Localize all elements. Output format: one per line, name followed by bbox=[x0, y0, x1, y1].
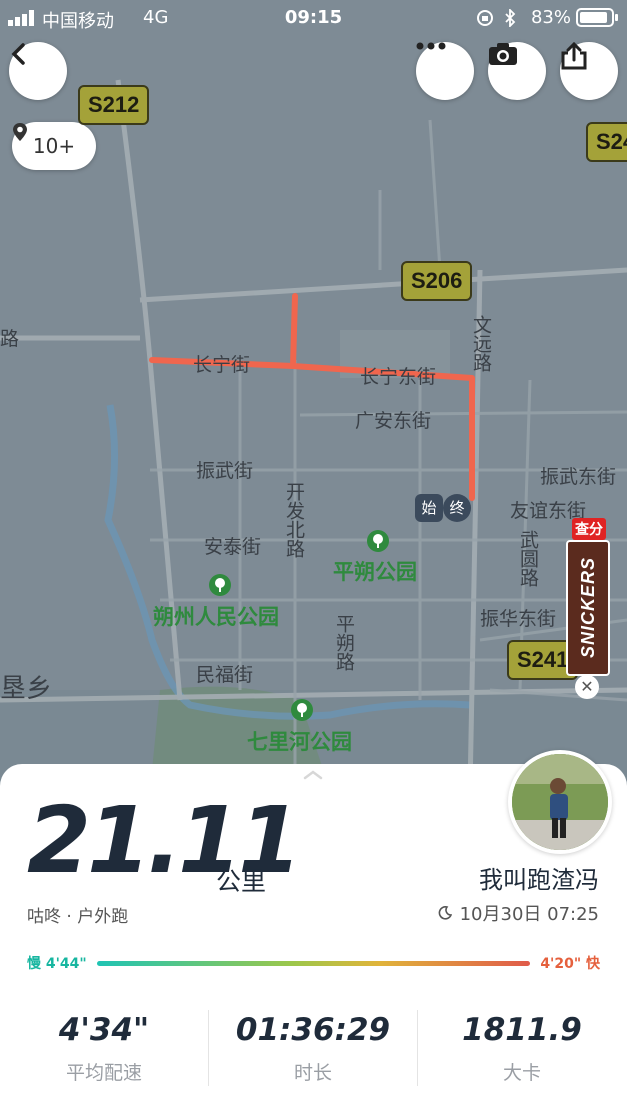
stat-avg-pace: 4'34" 平均配速 bbox=[0, 1012, 208, 1085]
more-icon bbox=[416, 42, 446, 50]
chevron-left-icon bbox=[11, 43, 25, 65]
end-marker: 终 bbox=[443, 494, 471, 522]
stat-value: 4'34" bbox=[58, 1012, 150, 1048]
ad-close-button[interactable]: ✕ bbox=[575, 675, 599, 699]
stat-calories: 1811.9 大卡 bbox=[418, 1012, 626, 1085]
photo-count: 10+ bbox=[32, 134, 76, 158]
stat-label: 平均配速 bbox=[65, 1062, 142, 1084]
area-label: 垦乡 bbox=[0, 674, 53, 704]
street-label: 开发北路 bbox=[283, 482, 305, 558]
stat-value: 1811.9 bbox=[462, 1012, 582, 1048]
share-icon bbox=[561, 42, 587, 70]
park-icon bbox=[209, 574, 231, 596]
username[interactable]: 我叫跑渣冯 bbox=[479, 860, 599, 895]
street-label: 平朔路 bbox=[333, 614, 355, 671]
park-label: 七里河公园 bbox=[247, 730, 352, 754]
route-map[interactable]: 中国移动 4G 09:15 83% 10+ S212 S206 S241 S2 … bbox=[0, 0, 627, 790]
rotation-lock-icon bbox=[477, 10, 493, 26]
ad-banner[interactable]: SNICKERS bbox=[566, 540, 610, 676]
activity-type: 咕咚 · 户外跑 bbox=[27, 907, 129, 927]
street-label: 广安东街 bbox=[355, 410, 432, 432]
stat-label: 时长 bbox=[293, 1062, 332, 1084]
street-label: 长宁街 bbox=[193, 354, 251, 376]
battery-icon bbox=[576, 8, 618, 27]
pace-gradient bbox=[97, 961, 530, 966]
street-label: 振武街 bbox=[196, 460, 254, 482]
location-pin-icon bbox=[13, 123, 27, 141]
start-marker: 始 bbox=[415, 494, 443, 522]
photo-count-button[interactable]: 10+ bbox=[12, 122, 96, 170]
road-sign: S212 bbox=[78, 85, 150, 125]
pace-slow-label: 慢 4'44" bbox=[27, 956, 87, 972]
ad-brand: SNICKERS bbox=[577, 557, 598, 659]
distance-unit: 公里 bbox=[216, 867, 267, 896]
datetime-text: 10月30日 07:25 bbox=[459, 904, 599, 925]
pace-fast-label: 4'20" 快 bbox=[540, 956, 600, 972]
street-label: 振华东街 bbox=[480, 608, 557, 630]
road-sign: S24 bbox=[586, 122, 627, 162]
share-button[interactable] bbox=[560, 42, 618, 100]
street-label: 民福街 bbox=[196, 664, 254, 686]
back-button[interactable] bbox=[9, 42, 67, 100]
street-label: 长宁东街 bbox=[360, 366, 437, 388]
avatar[interactable] bbox=[508, 750, 612, 854]
avatar-photo bbox=[512, 754, 608, 850]
street-label: 武圆路 bbox=[517, 530, 539, 587]
run-datetime: 10月30日 07:25 bbox=[438, 900, 599, 926]
close-icon: ✕ bbox=[580, 677, 594, 696]
park-label: 朔州人民公园 bbox=[153, 605, 279, 629]
more-button[interactable] bbox=[416, 42, 474, 100]
park-icon bbox=[291, 699, 313, 721]
bluetooth-icon bbox=[505, 9, 516, 27]
stat-duration: 01:36:29 时长 bbox=[209, 1012, 417, 1085]
moon-icon bbox=[438, 906, 452, 920]
stat-label: 大卡 bbox=[502, 1062, 541, 1084]
street-label: 文远路 bbox=[470, 315, 492, 372]
status-bar: 中国移动 4G 09:15 83% bbox=[0, 0, 627, 36]
park-icon bbox=[367, 530, 389, 552]
battery-percent: 83% bbox=[530, 7, 571, 28]
street-label: 安泰街 bbox=[204, 536, 262, 558]
stat-value: 01:36:29 bbox=[235, 1012, 391, 1048]
camera-button[interactable] bbox=[488, 42, 546, 100]
road-sign: S206 bbox=[401, 261, 473, 301]
chevron-up-icon[interactable] bbox=[303, 770, 323, 780]
pace-gradient-bar: 慢 4'44" 4'20" 快 bbox=[27, 953, 600, 975]
ad-badge: 查分 bbox=[572, 518, 606, 540]
street-label: 振武东街 bbox=[540, 466, 617, 488]
park-label: 平朔公园 bbox=[333, 560, 417, 584]
camera-icon bbox=[489, 43, 517, 65]
street-label: 路 bbox=[0, 328, 20, 350]
